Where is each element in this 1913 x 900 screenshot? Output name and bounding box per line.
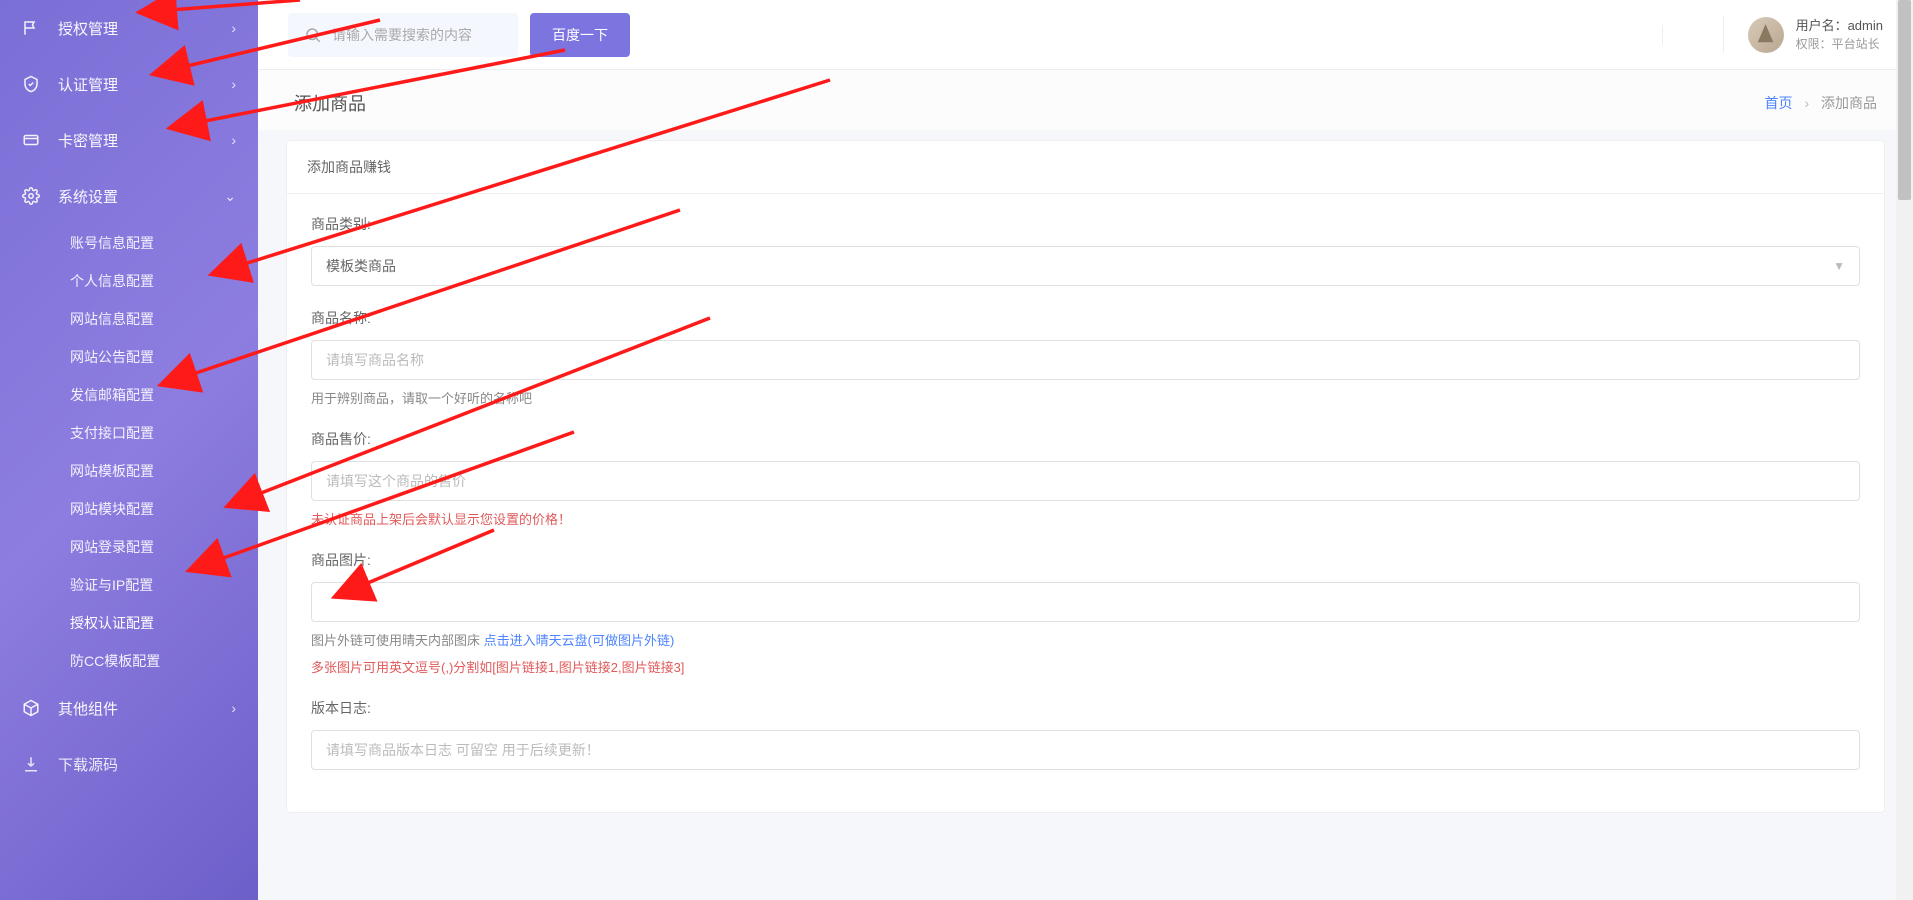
chevron-right-icon: › [231, 132, 236, 148]
select-category[interactable]: 模板类商品 ▼ [311, 246, 1860, 286]
help-name: 用于辨别商品，请取一个好听的名称吧 [311, 388, 1860, 407]
link-cloud-disk[interactable]: 点击进入晴天云盘(可做图片外链) [484, 633, 675, 648]
sidebar-item-auth-manage[interactable]: 授权管理 › [0, 0, 258, 56]
label-category: 商品类别: [311, 214, 1860, 234]
shield-icon [22, 75, 40, 93]
sidebar-label: 认证管理 [58, 74, 231, 95]
download-icon [22, 755, 40, 773]
sidebar-item-other-components[interactable]: 其他组件 › [0, 680, 258, 736]
input-price[interactable] [311, 461, 1860, 501]
search-button[interactable]: 百度一下 [530, 13, 630, 57]
role-label: 权限： [1796, 37, 1832, 51]
sidebar-item-download-source[interactable]: 下载源码 [0, 736, 258, 792]
sidebar-sub-site-info[interactable]: 网站信息配置 [0, 300, 258, 338]
help-image-2: 多张图片可用英文逗号(,)分割如[图片链接1,图片链接2,图片链接3] [311, 657, 1860, 676]
sidebar-label: 其他组件 [58, 698, 231, 719]
input-log[interactable] [311, 730, 1860, 770]
fullscreen-icon[interactable] [1662, 25, 1693, 45]
form-card: 添加商品赚钱 商品类别: 模板类商品 ▼ 商品名称: 用于辨别商品，请取一个好听… [286, 140, 1885, 813]
user-role: 平台站长 [1832, 37, 1880, 51]
sidebar-item-cert-manage[interactable]: 认证管理 › [0, 56, 258, 112]
main-area: 百度一下 用户名：admin 权限：平台站长 添加商品 首页 › [258, 0, 1913, 900]
username-label: 用户名： [1796, 18, 1848, 33]
flag-icon [22, 19, 40, 37]
label-image: 商品图片: [311, 550, 1860, 570]
cube-icon [22, 699, 40, 717]
sidebar-sub-cc[interactable]: 防CC模板配置 [0, 642, 258, 680]
caret-down-icon: ▼ [1833, 259, 1845, 273]
breadcrumb-home[interactable]: 首页 [1765, 95, 1793, 111]
input-name[interactable] [311, 340, 1860, 380]
card-icon [22, 131, 40, 149]
label-price: 商品售价: [311, 429, 1860, 449]
search-input[interactable] [332, 27, 502, 43]
header: 百度一下 用户名：admin 权限：平台站长 [258, 0, 1913, 70]
input-image[interactable] [311, 582, 1860, 622]
sidebar-sub-template[interactable]: 网站模板配置 [0, 452, 258, 490]
sidebar: 授权管理 › 认证管理 › 卡密管理 › 系统设置 ⌄ 账号信息配置 个 [0, 0, 258, 900]
sidebar-label: 系统设置 [58, 186, 224, 207]
sidebar-sub-account[interactable]: 账号信息配置 [0, 224, 258, 262]
gear-icon [22, 187, 40, 205]
field-price: 商品售价: 未认证商品上架后会默认显示您设置的价格！ [311, 429, 1860, 528]
sidebar-sub-mail[interactable]: 发信邮箱配置 [0, 376, 258, 414]
field-image: 商品图片: 图片外链可使用晴天内部图床 点击进入晴天云盘(可做图片外链) 多张图… [311, 550, 1860, 676]
chevron-right-icon: › [231, 700, 236, 716]
sidebar-sub-site-notice[interactable]: 网站公告配置 [0, 338, 258, 376]
breadcrumb-current: 添加商品 [1821, 95, 1877, 111]
field-log: 版本日志: [311, 698, 1860, 770]
field-category: 商品类别: 模板类商品 ▼ [311, 214, 1860, 286]
sidebar-sub-personal[interactable]: 个人信息配置 [0, 262, 258, 300]
search-icon [304, 26, 322, 44]
field-name: 商品名称: 用于辨别商品，请取一个好听的名称吧 [311, 308, 1860, 407]
avatar [1748, 17, 1784, 53]
user-info[interactable]: 用户名：admin 权限：平台站长 [1723, 16, 1883, 54]
sidebar-item-card-manage[interactable]: 卡密管理 › [0, 112, 258, 168]
username: admin [1848, 18, 1883, 33]
sidebar-sub-module[interactable]: 网站模块配置 [0, 490, 258, 528]
label-log: 版本日志: [311, 698, 1860, 718]
sidebar-sub-verify-ip[interactable]: 验证与IP配置 [0, 566, 258, 604]
sidebar-submenu: 账号信息配置 个人信息配置 网站信息配置 网站公告配置 发信邮箱配置 支付接口配… [0, 224, 258, 680]
sidebar-sub-auth-cert[interactable]: 授权认证配置 [0, 604, 258, 642]
label-name: 商品名称: [311, 308, 1860, 328]
card-title: 添加商品赚钱 [287, 141, 1884, 194]
breadcrumb: 首页 › 添加商品 [1765, 93, 1877, 113]
sidebar-item-system-settings[interactable]: 系统设置 ⌄ [0, 168, 258, 224]
sidebar-label: 下载源码 [58, 754, 236, 775]
sidebar-label: 卡密管理 [58, 130, 231, 151]
help-image-1: 图片外链可使用晴天内部图床 点击进入晴天云盘(可做图片外链) [311, 630, 1860, 649]
chevron-right-icon: › [231, 20, 236, 36]
chevron-down-icon: ⌄ [224, 188, 236, 205]
page-head: 添加商品 首页 › 添加商品 [258, 70, 1913, 130]
search-box[interactable] [288, 13, 518, 57]
page-title: 添加商品 [294, 90, 366, 116]
sidebar-label: 授权管理 [58, 18, 231, 39]
sidebar-sub-login[interactable]: 网站登录配置 [0, 528, 258, 566]
chevron-right-icon: › [231, 76, 236, 92]
scrollbar[interactable] [1896, 0, 1913, 900]
sidebar-sub-payment[interactable]: 支付接口配置 [0, 414, 258, 452]
help-price: 未认证商品上架后会默认显示您设置的价格！ [311, 509, 1860, 528]
